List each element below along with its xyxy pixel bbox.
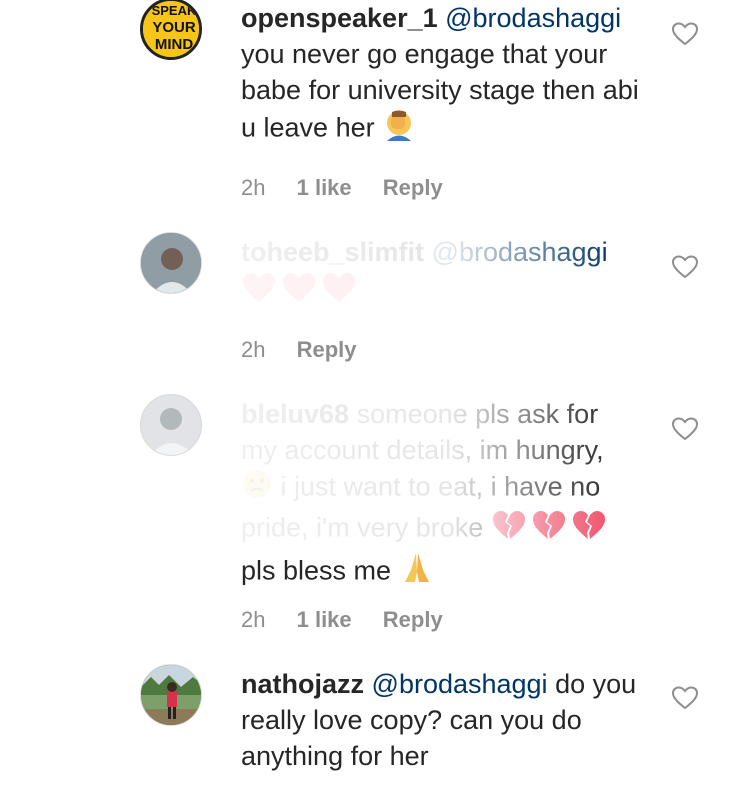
reply-button[interactable]: Reply: [297, 337, 357, 362]
comment-body-line: someone pls ask for: [356, 399, 599, 429]
comment-likes[interactable]: 1 like: [297, 607, 352, 632]
comment-likes[interactable]: 1 like: [297, 175, 352, 200]
comment-time: 2h: [241, 607, 266, 632]
comment-text: toheeb_slimfit @brodashaggi: [241, 234, 641, 315]
reply-button[interactable]: Reply: [383, 607, 443, 632]
like-heart-icon[interactable]: [672, 686, 698, 710]
avatar[interactable]: [140, 394, 202, 456]
avatar[interactable]: [140, 232, 202, 294]
broken-hearts-emoji-icon: [491, 509, 609, 550]
comment-mention[interactable]: @brodashaggi: [445, 3, 621, 33]
comment-item: SPEAK YOUR MIND openspeaker_1 @brodashag…: [0, 0, 750, 210]
comment-username[interactable]: toheeb_slimfit: [241, 237, 424, 267]
svg-text:YOUR: YOUR: [152, 19, 196, 36]
comment-username[interactable]: nathojazz: [241, 669, 364, 699]
comment-username[interactable]: openspeaker_1: [241, 3, 438, 33]
svg-text:SPEAK: SPEAK: [152, 3, 197, 18]
comment-text: openspeaker_1 @brodashaggi you never go …: [241, 0, 641, 151]
avatar-image: [141, 665, 201, 725]
svg-text:MIND: MIND: [155, 36, 193, 53]
comment-text: nathojazz @brodashaggi do you really lov…: [241, 666, 641, 774]
comment-username[interactable]: bleluv68: [241, 399, 349, 429]
crying-face-emoji-icon: [241, 468, 273, 509]
comment-body: you never go engage that your babe for u…: [241, 39, 639, 143]
avatar-image: [141, 233, 201, 293]
comment-item: nathojazz @brodashaggi do you really lov…: [0, 662, 750, 790]
comment-body-line: my account details, im hungry,: [241, 435, 604, 465]
comment-meta: 2h 1 like Reply: [241, 173, 468, 203]
avatar[interactable]: [140, 664, 202, 726]
comment-body-line: pride, i'm very broke: [241, 512, 484, 543]
hearts-emoji-icon: [241, 270, 361, 315]
comment-body-line: pls bless me: [241, 555, 392, 586]
like-heart-icon[interactable]: [672, 417, 698, 441]
comment-time: 2h: [241, 337, 266, 362]
like-heart-icon[interactable]: [672, 22, 698, 46]
like-heart-icon[interactable]: [672, 255, 698, 279]
reply-button[interactable]: Reply: [383, 175, 443, 200]
comment-meta: 2h Reply: [241, 335, 382, 365]
face-palm-emoji-icon: [382, 108, 416, 151]
avatar-image: [141, 395, 201, 455]
avatar-image: SPEAK YOUR MIND: [143, 1, 199, 57]
avatar[interactable]: SPEAK YOUR MIND: [140, 0, 202, 60]
comment-mention[interactable]: @brodashaggi: [372, 669, 548, 699]
folded-hands-emoji-icon: [399, 550, 435, 595]
comment-body-line: i just want to eat, i have no: [280, 471, 601, 502]
comment-time: 2h: [241, 175, 266, 200]
comment-text: bleluv68 someone pls ask for my account …: [241, 396, 641, 595]
comment-mention[interactable]: @brodashaggi: [432, 237, 608, 267]
comment-item: bleluv68 someone pls ask for my account …: [0, 392, 750, 652]
comment-item: toheeb_slimfit @brodashaggi 2h Reply: [0, 230, 750, 370]
comment-meta: 2h 1 like Reply: [241, 605, 468, 635]
